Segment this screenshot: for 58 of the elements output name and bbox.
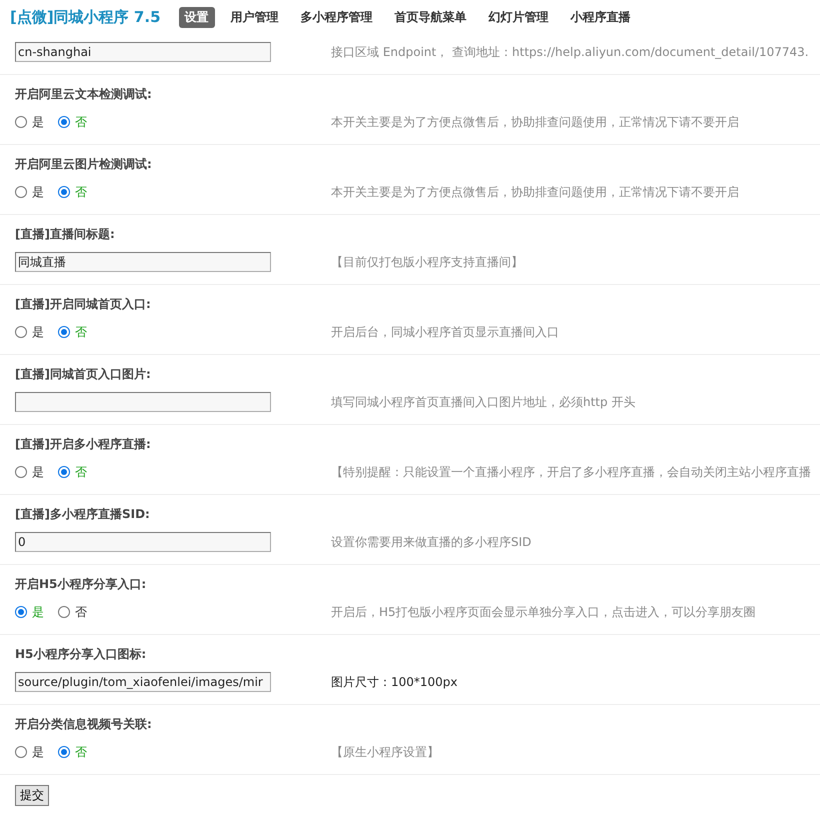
- radio-label: 否: [75, 464, 87, 480]
- radio-label: 是: [32, 114, 44, 130]
- radio-button[interactable]: [58, 116, 70, 128]
- radio-button[interactable]: [58, 746, 70, 758]
- radio-label: 是: [32, 744, 44, 760]
- radio-button[interactable]: [15, 186, 27, 198]
- nav-tab[interactable]: 用户管理: [224, 7, 285, 28]
- text-field[interactable]: cn-shanghai: [15, 42, 271, 62]
- field-label: [直播]直播间标题:: [15, 226, 116, 243]
- radio-label: 否: [75, 604, 87, 620]
- submit-button[interactable]: 提交: [15, 785, 49, 806]
- radio-label: 是: [32, 604, 44, 620]
- radio-label: 否: [75, 744, 87, 760]
- radio-label: 否: [75, 114, 87, 130]
- hint-text: 本开关主要是为了方便点微售后，协助排查问题使用，正常情况下请不要开启: [331, 114, 739, 130]
- hint-text: 开启后，H5打包版小程序页面会显示单独分享入口，点击进入，可以分享朋友圈: [331, 604, 756, 620]
- radio-label: 否: [75, 324, 87, 340]
- field-label: [直播]开启多小程序直播:: [15, 436, 152, 453]
- field-label: [直播]多小程序直播SID:: [15, 506, 151, 523]
- radio-button[interactable]: [15, 466, 27, 478]
- radio-button[interactable]: [15, 606, 27, 618]
- field-label: 开启H5小程序分享入口:: [15, 576, 148, 593]
- radio-button[interactable]: [58, 326, 70, 338]
- radio-button[interactable]: [58, 606, 70, 618]
- app-title: [点微]同城小程序 7.5: [10, 8, 161, 27]
- nav-tab[interactable]: 幻灯片管理: [482, 7, 555, 28]
- text-field[interactable]: 同城直播: [15, 252, 271, 272]
- nav-tab[interactable]: 多小程序管理: [294, 7, 379, 28]
- field-label: 开启阿里云图片检测调试:: [15, 156, 153, 173]
- nav-tab[interactable]: 首页导航菜单: [388, 7, 473, 28]
- hint-text: 图片尺寸：100*100px: [331, 674, 458, 690]
- field-label: 开启分类信息视频号关联:: [15, 716, 153, 733]
- hint-text: 设置你需要用来做直播的多小程序SID: [331, 534, 532, 550]
- radio-button[interactable]: [15, 746, 27, 758]
- hint-text: 填写同城小程序首页直播间入口图片地址，必须http 开头: [331, 394, 636, 410]
- field-label: 开启阿里云文本检测调试:: [15, 86, 153, 103]
- radio-label: 是: [32, 464, 44, 480]
- field-label: [直播]同城首页入口图片:: [15, 366, 152, 383]
- radio-button[interactable]: [15, 326, 27, 338]
- field-label: H5小程序分享入口图标:: [15, 646, 148, 663]
- hint-text: 【原生小程序设置】: [331, 744, 439, 760]
- hint-text: 接口区域 Endpoint， 查询地址：https://help.aliyun.com/document_detail/107743.: [331, 44, 809, 60]
- field-label: [直播]开启同城首页入口:: [15, 296, 152, 313]
- radio-button[interactable]: [58, 466, 70, 478]
- radio-button[interactable]: [58, 186, 70, 198]
- nav-tab[interactable]: 小程序直播: [564, 7, 637, 28]
- text-field[interactable]: [15, 392, 271, 412]
- nav-tab[interactable]: 设置: [178, 7, 215, 28]
- text-field[interactable]: 0: [15, 532, 271, 552]
- hint-text: 【目前仅打包版小程序支持直播间】: [331, 254, 523, 270]
- text-field[interactable]: source/plugin/tom_xiaofenlei/images/mir: [15, 672, 271, 692]
- hint-text: 【特别提醒：只能设置一个直播小程序，开启了多小程序直播，会自动关闭主站小程序直播: [331, 464, 811, 480]
- hint-text: 本开关主要是为了方便点微售后，协助排查问题使用，正常情况下请不要开启: [331, 184, 739, 200]
- hint-text: 开启后台，同城小程序首页显示直播间入口: [331, 324, 559, 340]
- radio-button[interactable]: [15, 116, 27, 128]
- radio-label: 是: [32, 324, 44, 340]
- radio-label: 否: [75, 184, 87, 200]
- radio-label: 是: [32, 184, 44, 200]
